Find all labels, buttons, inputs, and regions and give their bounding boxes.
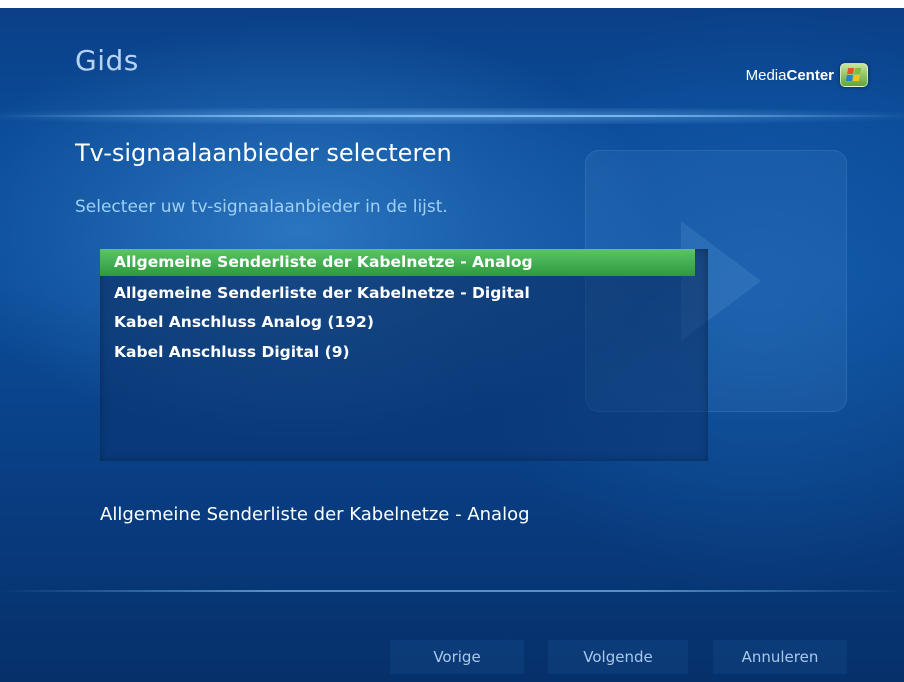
brand-center-text: Center (786, 66, 834, 84)
page-subtitle: Selecteer uw tv-signaalaanbieder in de l… (75, 197, 448, 217)
selected-provider-caption: Allgemeine Senderliste der Kabelnetze - … (100, 504, 530, 525)
provider-item-kabel-analog[interactable]: Kabel Anschluss Analog (192) (100, 309, 695, 336)
provider-item-digital-senderliste[interactable]: Allgemeine Senderliste der Kabelnetze - … (100, 280, 695, 307)
provider-list[interactable]: Allgemeine Senderliste der Kabelnetze - … (100, 249, 708, 461)
top-border (0, 0, 904, 8)
brand-media-text: Media (745, 66, 787, 84)
cancel-button[interactable]: Annuleren (713, 640, 847, 674)
page-heading: Gids (75, 44, 139, 77)
previous-button[interactable]: Vorige (390, 640, 524, 674)
page-title: Tv-signaalaanbieder selecteren (75, 139, 452, 167)
media-center-screen: Gids MediaCenter Tv-signaalaanbieder sel… (0, 0, 904, 682)
header-divider (0, 115, 904, 117)
media-center-brand: MediaCenter (746, 63, 868, 87)
provider-item-kabel-digital[interactable]: Kabel Anschluss Digital (9) (100, 339, 695, 366)
windows-logo-icon (840, 63, 868, 87)
next-button[interactable]: Volgende (548, 640, 688, 674)
provider-item-analog-senderliste[interactable]: Allgemeine Senderliste der Kabelnetze - … (100, 249, 695, 276)
footer-divider (0, 590, 904, 592)
